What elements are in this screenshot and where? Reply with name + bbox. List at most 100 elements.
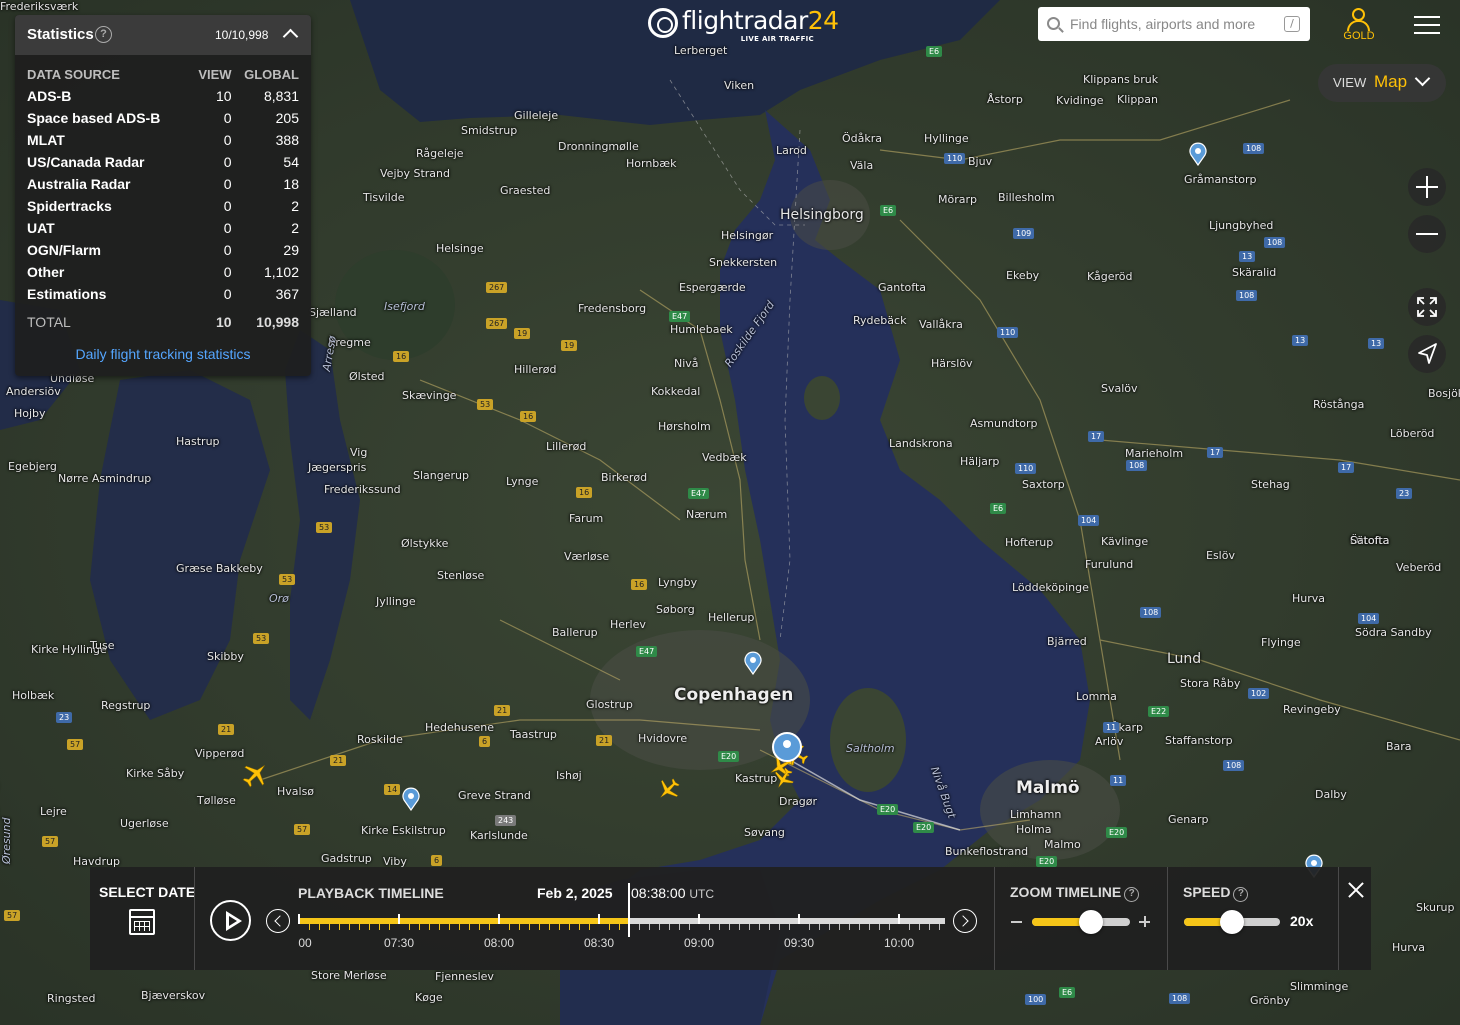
locate-me-button[interactable] <box>1408 335 1446 373</box>
timeline-minor-tick <box>549 924 550 930</box>
timeline-minor-tick <box>379 924 380 930</box>
timeline-minor-tick <box>479 924 480 930</box>
aircraft-icon[interactable] <box>240 760 270 790</box>
place-label: Grönby <box>1250 994 1290 1007</box>
timeline-minor-tick <box>649 924 650 930</box>
road-shield: 108 <box>1236 290 1258 301</box>
timeline-tick-label: 07:30 <box>383 936 415 950</box>
airport-pin-icon[interactable] <box>1188 142 1208 166</box>
timeline-tick-label: 08:00 <box>483 936 515 950</box>
zoom-out-button[interactable] <box>1408 215 1446 253</box>
timeline-major-tick <box>398 914 400 924</box>
zoom-timeline-control: ZOOM TIMELINE? <box>996 867 1168 970</box>
place-label: Øresund <box>0 817 13 864</box>
timeline-minor-tick <box>369 924 370 930</box>
place-label: Stora Råby <box>1180 677 1241 690</box>
place-label: Staffanstorp <box>1165 734 1233 747</box>
data-source-name: Other <box>27 264 65 280</box>
minus-icon[interactable] <box>1011 921 1022 923</box>
road-shield: E47 <box>688 488 710 499</box>
timeline-minor-tick <box>729 924 730 930</box>
zoom-in-button[interactable] <box>1408 168 1446 206</box>
statistics-header[interactable]: Statistics ? 10/10,998 <box>15 15 311 55</box>
road-shield: E22 <box>1148 706 1170 717</box>
table-row: US/Canada Radar 0 54 <box>27 151 299 173</box>
airport-pin-icon[interactable] <box>743 651 763 675</box>
timeline-major-tick <box>498 914 500 924</box>
search-input[interactable] <box>1070 13 1280 35</box>
slider-knob[interactable] <box>1220 910 1244 934</box>
chevron-up-icon[interactable] <box>282 28 299 45</box>
data-source-name: UAT <box>27 220 55 236</box>
help-icon[interactable]: ? <box>1233 887 1249 902</box>
timeline-track[interactable]: 00 07:30 08:00 08:30 09:00 09:30 10:00 <box>298 883 945 960</box>
daily-statistics-link[interactable]: Daily flight tracking statistics <box>15 346 311 362</box>
play-button[interactable] <box>210 900 251 941</box>
airport-pin-icon[interactable] <box>771 731 803 763</box>
road-shield: E20 <box>877 804 899 815</box>
road-shield: 53 <box>279 574 296 585</box>
zoom-timeline-slider[interactable] <box>1032 910 1130 934</box>
place-label: Birkerød <box>601 471 648 484</box>
timeline-minor-tick <box>829 924 830 930</box>
place-label: Veberöd <box>1396 561 1442 574</box>
timeline-minor-tick <box>759 924 760 930</box>
timeline-minor-tick <box>909 924 910 930</box>
timeline-minor-tick <box>409 924 410 930</box>
slider-knob[interactable] <box>1078 910 1103 934</box>
place-label: Viken <box>724 79 755 92</box>
place-label: Saxtorp <box>1022 478 1065 491</box>
place-label: Arlöv <box>1095 735 1124 748</box>
aircraft-icon[interactable] <box>656 776 682 802</box>
timeline-minor-tick <box>679 924 680 930</box>
road-shield: E20 <box>1036 856 1058 867</box>
timeline-minor-tick <box>559 924 560 930</box>
help-icon[interactable]: ? <box>1124 887 1140 902</box>
timeline-prev-button[interactable] <box>266 909 290 933</box>
place-label: Bara <box>1386 740 1412 753</box>
place-label: Holma <box>1016 823 1052 836</box>
place-label: Copenhagen <box>674 685 794 705</box>
place-label: Jægerspris <box>308 461 367 474</box>
fullscreen-icon <box>1417 297 1437 317</box>
place-label: Åstorp <box>987 93 1023 106</box>
place-label: Holbæk <box>12 689 55 702</box>
account-gold-button[interactable]: GOLD <box>1337 6 1381 44</box>
saltholm-island <box>830 688 906 792</box>
data-source-name: US/Canada Radar <box>27 154 145 170</box>
place-label: Röstånga <box>1313 398 1365 411</box>
timeline-next-button[interactable] <box>953 909 977 933</box>
table-header-row: DATA SOURCE VIEW GLOBAL <box>27 63 299 85</box>
help-icon[interactable]: ? <box>95 26 112 43</box>
data-source-name: ADS-B <box>27 88 72 104</box>
road-shield: 110 <box>944 153 966 164</box>
search-box[interactable]: / <box>1038 7 1310 41</box>
timeline-cursor[interactable] <box>628 883 631 937</box>
place-label: Helsingør <box>721 229 774 242</box>
place-label: Fredensborg <box>578 302 647 315</box>
place-label: Hurva <box>1292 592 1326 605</box>
place-label: Malmo <box>1044 838 1081 851</box>
place-label: Orø <box>269 592 289 605</box>
timeline-minor-tick <box>339 924 340 930</box>
place-label: Frederikssund <box>324 483 401 496</box>
road-shield: 53 <box>316 522 333 533</box>
place-label: Kokkedal <box>651 385 701 398</box>
road-shield: 17 <box>1088 431 1105 442</box>
hamburger-menu-icon[interactable] <box>1414 16 1440 36</box>
view-selector-button[interactable]: VIEW Map <box>1318 64 1446 102</box>
speed-slider[interactable] <box>1184 910 1280 934</box>
road-shield: 267 <box>486 282 508 293</box>
flightradar24-logo[interactable]: flightradar24 LIVE AIR TRAFFIC <box>648 6 839 46</box>
place-label: Herlev <box>610 618 646 631</box>
view-count: 0 <box>223 176 232 192</box>
timeline-minor-tick <box>359 924 360 930</box>
view-count: 0 <box>223 198 232 214</box>
road-shield: E6 <box>926 46 943 57</box>
logo-tagline: LIVE AIR TRAFFIC <box>740 35 814 43</box>
airport-pin-icon[interactable] <box>401 787 421 811</box>
close-icon[interactable] <box>1347 881 1365 899</box>
select-date-button[interactable]: SELECT DATE <box>90 867 195 970</box>
fullscreen-button[interactable] <box>1408 288 1446 326</box>
aircraft-icon[interactable] <box>772 766 796 790</box>
